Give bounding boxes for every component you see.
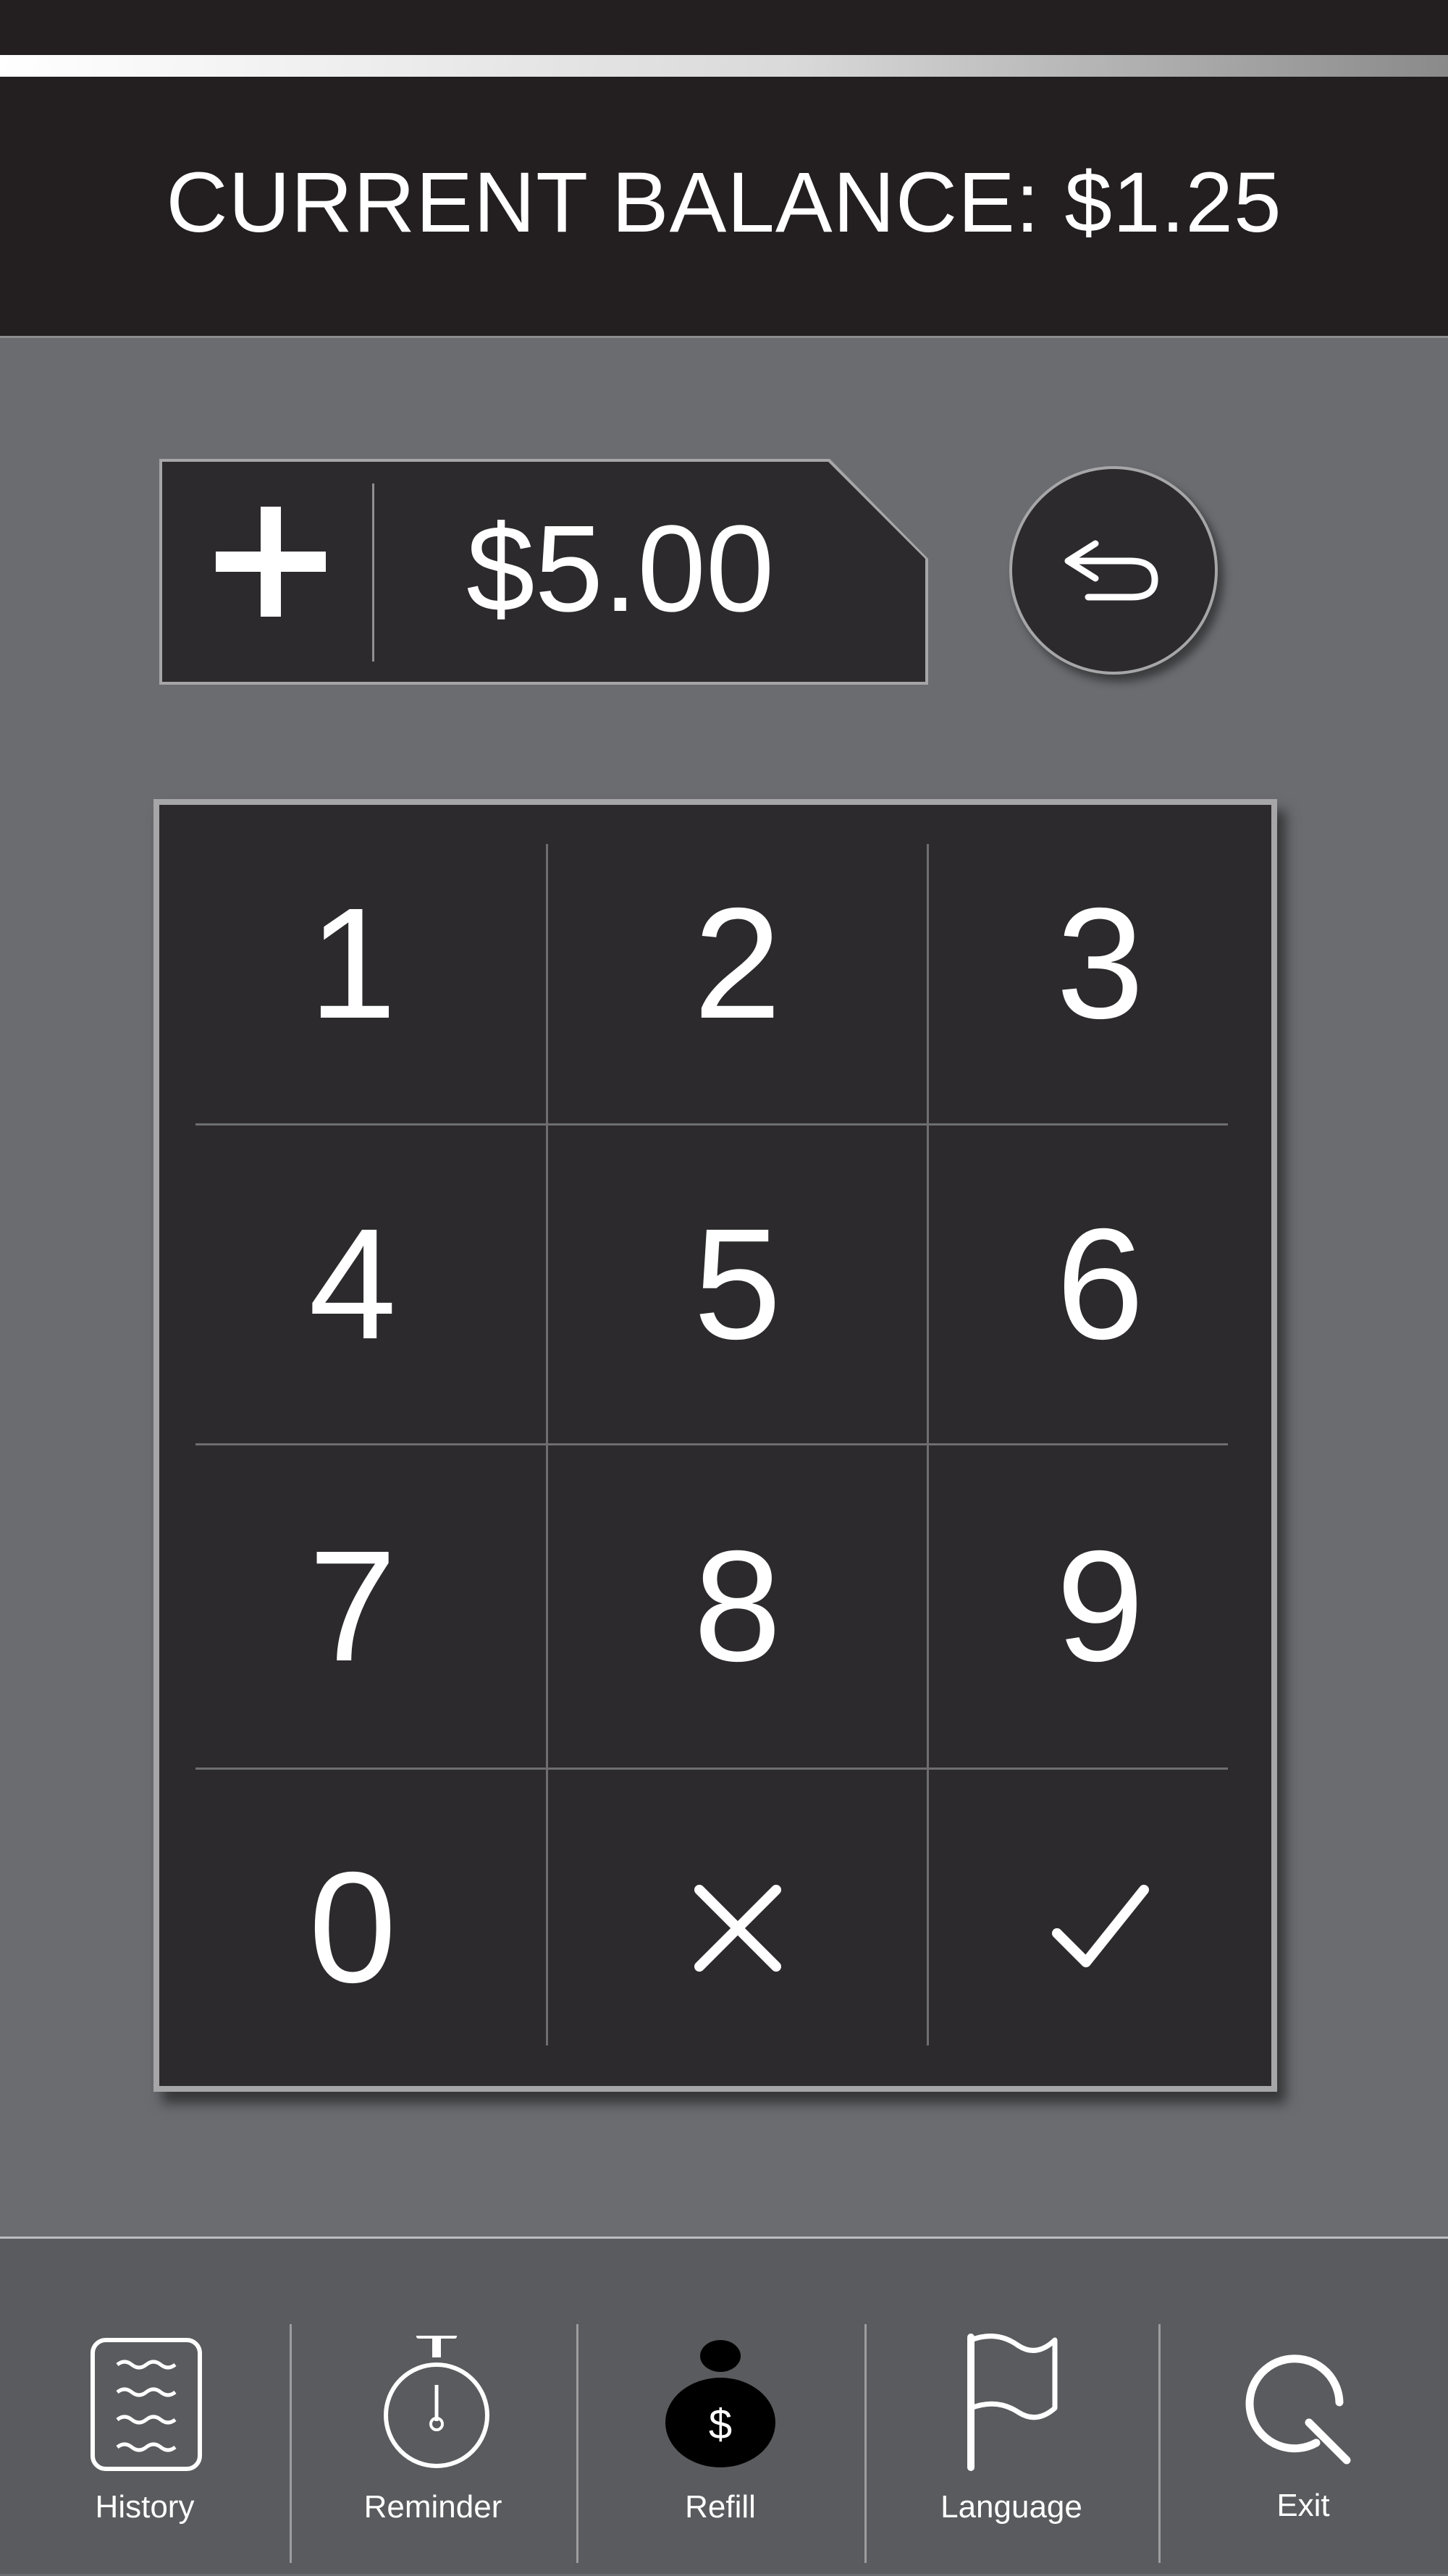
nav-label-exit: Exit (1276, 2488, 1330, 2523)
current-balance-text: CURRENT BALANCE: $1.25 (166, 155, 1282, 250)
refill-amount-display: $5.00 (159, 459, 928, 685)
key-5[interactable]: 5 (548, 1126, 927, 1443)
balance-header: CURRENT BALANCE: $1.25 (0, 77, 1448, 338)
key-0[interactable]: 0 (159, 1770, 546, 2086)
nav-label-reminder: Reminder (363, 2489, 502, 2525)
document-icon (90, 2338, 202, 2471)
nav-label-refill: Refill (685, 2489, 756, 2525)
top-status-bar (0, 0, 1448, 55)
accent-line (0, 55, 1448, 77)
amount-divider (372, 483, 374, 662)
exit-icon (1245, 2355, 1351, 2465)
stopwatch-icon (384, 2336, 489, 2468)
key-2[interactable]: 2 (548, 805, 927, 1123)
clear-x-icon (694, 1884, 781, 1972)
plus-icon (216, 507, 326, 617)
key-7[interactable]: 7 (159, 1445, 546, 1768)
key-4[interactable]: 4 (159, 1126, 546, 1443)
confirm-key[interactable] (929, 1770, 1271, 2086)
key-9[interactable]: 9 (929, 1445, 1271, 1768)
key-6[interactable]: 6 (929, 1126, 1271, 1443)
bottom-navigation: History Reminder $ Refill Language Exit (0, 2237, 1448, 2574)
nav-label-history: History (95, 2489, 195, 2525)
key-3[interactable]: 3 (929, 805, 1271, 1123)
nav-label-language: Language (940, 2489, 1082, 2525)
nav-item-reminder[interactable]: Reminder (290, 2239, 576, 2576)
amount-value: $5.00 (466, 500, 775, 638)
nav-item-language[interactable]: Language (864, 2239, 1158, 2576)
flag-icon (967, 2334, 1058, 2471)
nav-item-history[interactable]: History (0, 2239, 290, 2576)
nav-item-exit[interactable]: Exit (1158, 2239, 1448, 2576)
keypad: 1 2 3 4 5 6 7 8 9 0 (153, 799, 1277, 2092)
back-button[interactable] (1009, 466, 1218, 675)
nav-item-refill[interactable]: $ Refill (576, 2239, 864, 2576)
clear-key[interactable] (548, 1770, 927, 2086)
key-8[interactable]: 8 (548, 1445, 927, 1768)
checkmark-icon (1051, 1884, 1149, 1967)
svg-text:$: $ (709, 2401, 732, 2448)
back-arrow-icon (1064, 540, 1158, 601)
key-1[interactable]: 1 (159, 805, 546, 1123)
money-bag-icon: $ (665, 2340, 775, 2467)
